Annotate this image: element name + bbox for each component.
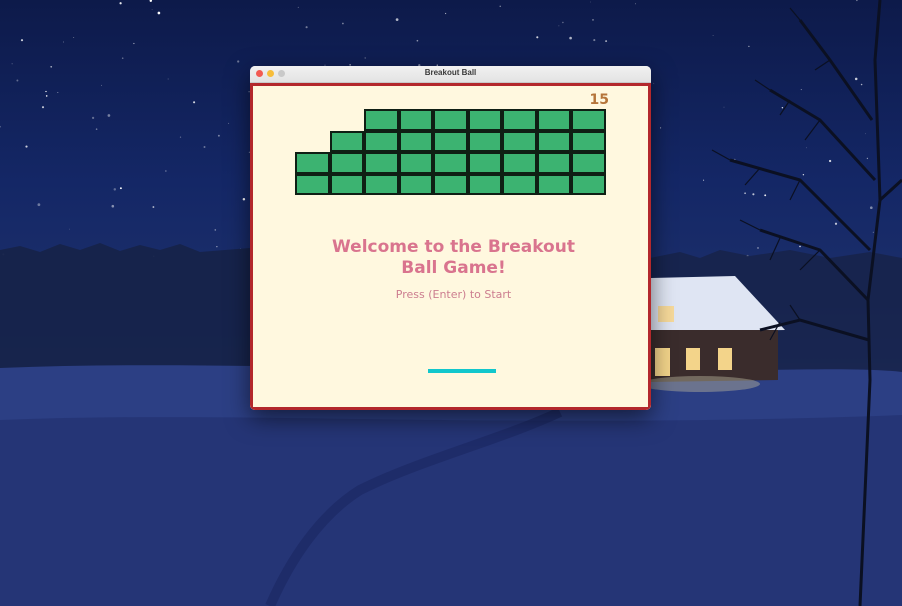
welcome-message: Welcome to the Breakout Ball Game!: [273, 237, 634, 279]
brick: [571, 109, 606, 131]
brick: [398, 130, 433, 152]
brick: [364, 173, 399, 195]
start-prompt: Press (Enter) to Start: [395, 288, 512, 301]
brick: [536, 152, 571, 174]
brick: [398, 173, 433, 195]
brick: [536, 130, 571, 152]
brick: [571, 173, 606, 195]
brick: [364, 152, 399, 174]
brick: [467, 109, 502, 131]
window-title: Breakout Ball: [424, 68, 477, 77]
brick: [502, 152, 537, 174]
brick: [467, 173, 502, 195]
brick: [398, 109, 433, 131]
brick: [433, 173, 468, 195]
brick: [502, 109, 537, 131]
brick: [467, 152, 502, 174]
game-window[interactable]: Breakout Ball 15 Welcome to the Breakout…: [250, 66, 651, 410]
score-display: 15: [589, 92, 609, 108]
brick: [329, 173, 364, 195]
paddle[interactable]: [428, 369, 496, 373]
brick: [433, 130, 468, 152]
brick: [364, 109, 399, 131]
brick: [329, 152, 364, 174]
game-canvas[interactable]: 15 Welcome to the Breakout Ball Game! Pr…: [250, 83, 651, 410]
brick: [295, 173, 330, 195]
window-titlebar[interactable]: Breakout Ball: [250, 66, 651, 83]
brick: [536, 173, 571, 195]
brick: [502, 173, 537, 195]
brick: [364, 130, 399, 152]
brick: [536, 109, 571, 131]
brick: [467, 130, 502, 152]
welcome-line-2: Ball Game!: [401, 258, 506, 278]
brick: [433, 109, 468, 131]
brick: [398, 152, 433, 174]
brick: [571, 130, 606, 152]
welcome-line-1: Welcome to the Breakout: [332, 237, 575, 257]
brick: [571, 152, 606, 174]
brick: [329, 130, 364, 152]
brick: [502, 130, 537, 152]
brick: [295, 152, 330, 174]
brick: [433, 152, 468, 174]
